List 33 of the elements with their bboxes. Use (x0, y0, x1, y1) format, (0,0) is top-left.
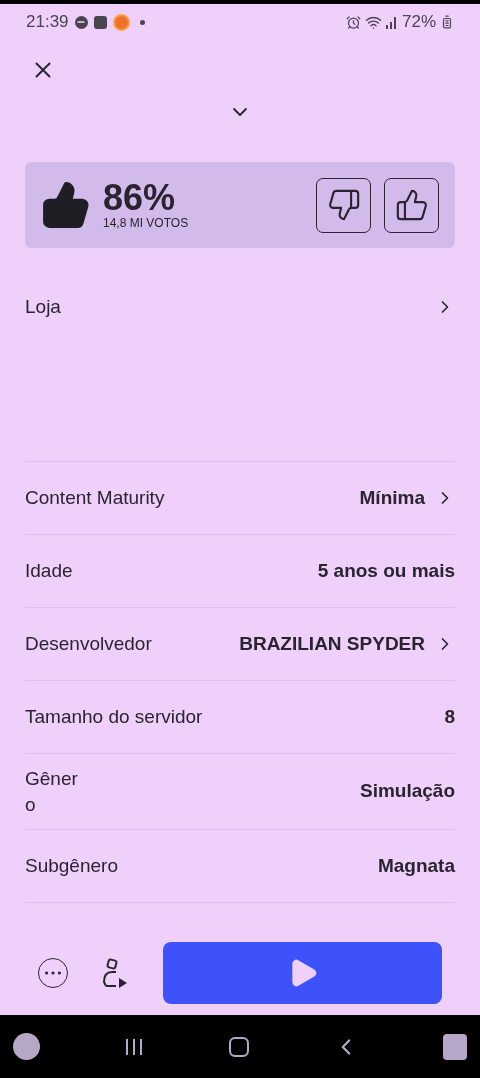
home-icon[interactable] (228, 1036, 249, 1057)
detail-label: Gênero (25, 766, 79, 817)
detail-link[interactable]: Mínima (359, 483, 455, 513)
detail-value: Simulação (359, 779, 455, 804)
dnd-icon (74, 15, 88, 29)
person-play-icon (100, 957, 128, 988)
detail-value: 8 (444, 704, 455, 729)
battery-icon (440, 15, 454, 29)
detail-value: 5 anos ou mais (317, 558, 455, 583)
battery-level: 72% (401, 11, 436, 34)
detail-label: Content Maturity (25, 485, 165, 510)
detail-label: Subgênero (25, 853, 118, 878)
thumbs-up-icon (394, 188, 429, 222)
vote-count: 14,8 MI VOTOS (103, 216, 189, 230)
detail-value: Magnata (377, 853, 455, 878)
recorder-icon (112, 13, 130, 31)
rating-percent: 86% (103, 180, 177, 216)
detail-label: Tamanho do servidor (25, 704, 203, 729)
store-link[interactable]: Loja (25, 293, 455, 322)
alarm-icon (345, 14, 361, 30)
detail-label: Idade (25, 558, 73, 583)
play-button[interactable] (163, 941, 442, 1004)
detail-label: Desenvolvedor (25, 631, 152, 656)
like-button[interactable] (384, 177, 439, 233)
recents-icon[interactable] (124, 1037, 145, 1056)
party-play-button[interactable] (100, 957, 128, 988)
detail-link[interactable]: BRAZILIAN SPYDER (239, 629, 455, 659)
app-icon (93, 15, 107, 29)
thumbs-up-icon (41, 180, 91, 230)
signal-icon (385, 15, 398, 29)
status-time: 21:39 (26, 11, 69, 34)
dislike-button[interactable] (316, 177, 371, 233)
thumbs-down-icon (326, 188, 361, 222)
